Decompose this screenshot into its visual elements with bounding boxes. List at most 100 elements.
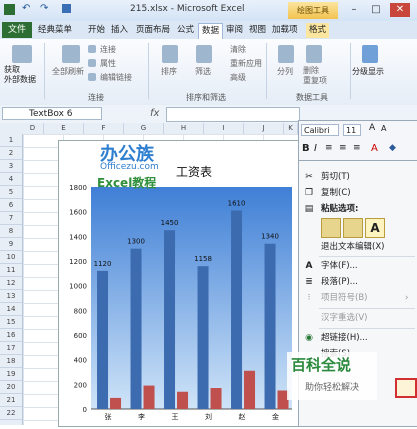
column-header[interactable]: D xyxy=(22,123,44,134)
row-header[interactable]: 20 xyxy=(0,381,22,394)
menu-font[interactable]: A 字体(F)... xyxy=(299,258,417,274)
excel-app-icon[interactable] xyxy=(4,4,15,15)
tab-classic-menu[interactable]: 经典菜单 xyxy=(35,23,75,38)
font-size-box[interactable]: 11 xyxy=(343,124,361,136)
italic-icon[interactable]: I xyxy=(314,143,317,154)
drawing-tools-context-tab: 绘图工具 xyxy=(288,2,338,19)
row-header[interactable]: 21 xyxy=(0,394,22,407)
menu-cut[interactable]: ✂ 剪切(T) xyxy=(299,169,417,185)
font-color-icon[interactable]: A xyxy=(371,143,378,154)
clear-button[interactable]: 清除 xyxy=(230,44,246,55)
column-header[interactable]: H xyxy=(164,123,204,134)
filter-button[interactable]: 筛选 xyxy=(195,66,211,77)
row-header[interactable]: 5 xyxy=(0,186,22,199)
row-header[interactable]: 17 xyxy=(0,342,22,355)
row-header[interactable]: 13 xyxy=(0,290,22,303)
row-header[interactable]: 22 xyxy=(0,407,22,420)
row-header[interactable]: 12 xyxy=(0,277,22,290)
remove-duplicates-button[interactable]: 删除 重复项 xyxy=(303,66,327,86)
tab-addins[interactable]: 加载项 xyxy=(269,23,301,38)
column-header[interactable]: F xyxy=(84,123,124,134)
selected-cell-highlight[interactable] xyxy=(395,378,417,398)
row-header[interactable]: 3 xyxy=(0,160,22,173)
menu-bullets[interactable]: ⁝ 项目符号(B) › xyxy=(299,290,417,306)
save-icon[interactable] xyxy=(62,4,71,13)
row-header[interactable]: 19 xyxy=(0,368,22,381)
bar-series1 xyxy=(264,243,276,409)
menu-hyperlink[interactable]: ◉ 超链接(H)... xyxy=(299,330,417,346)
get-external-data-button[interactable]: 获取 外部数据 xyxy=(4,65,36,85)
paste-merge-format-icon[interactable] xyxy=(343,218,363,238)
font-name-box[interactable]: Calibri xyxy=(301,124,339,136)
function-icon[interactable]: fx xyxy=(150,108,159,119)
tab-format[interactable]: 格式 xyxy=(306,23,330,38)
fill-color-icon[interactable]: ◆ xyxy=(389,143,396,153)
watermark-title: 百科全说 xyxy=(291,356,352,374)
paste-keep-format-icon[interactable] xyxy=(321,218,341,238)
plot-area xyxy=(91,187,292,409)
x-tick-label: 王 xyxy=(172,413,179,421)
column-header[interactable]: I xyxy=(204,123,244,134)
row-header[interactable]: 8 xyxy=(0,225,22,238)
menu-copy[interactable]: ❐ 复制(C) xyxy=(299,185,417,201)
align-center-icon[interactable]: ≡ xyxy=(325,143,333,153)
name-box[interactable]: TextBox 6 xyxy=(2,107,102,120)
menu-exit-text-edit[interactable]: 退出文本编辑(X) xyxy=(299,239,417,255)
refresh-icon xyxy=(62,45,80,63)
align-right-icon[interactable]: ≡ xyxy=(353,143,361,153)
row-header[interactable]: 6 xyxy=(0,199,22,212)
row-header[interactable]: 15 xyxy=(0,316,22,329)
tab-formulas[interactable]: 公式 xyxy=(174,23,197,38)
row-header[interactable]: 4 xyxy=(0,173,22,186)
row-header[interactable]: 16 xyxy=(0,329,22,342)
tab-insert[interactable]: 插入 xyxy=(108,23,131,38)
tab-data[interactable]: 数据 xyxy=(198,23,224,39)
redo-icon[interactable]: ↷ xyxy=(40,3,48,14)
column-header[interactable]: J xyxy=(244,123,284,134)
tab-home[interactable]: 开始 xyxy=(85,23,108,38)
row-header[interactable]: 7 xyxy=(0,212,22,225)
minimize-icon[interactable]: – xyxy=(344,3,364,17)
group-connections-label: 连接 xyxy=(88,93,104,102)
column-header[interactable]: K xyxy=(284,123,298,134)
column-header[interactable]: G xyxy=(124,123,164,134)
row-header[interactable]: 14 xyxy=(0,303,22,316)
bar-series1 xyxy=(97,270,109,409)
connections-button[interactable]: 连接 xyxy=(100,44,116,55)
close-icon[interactable]: ✕ xyxy=(390,3,410,17)
row-header[interactable]: 2 xyxy=(0,147,22,160)
row-header[interactable]: 11 xyxy=(0,264,22,277)
tab-review[interactable]: 审阅 xyxy=(223,23,246,38)
shrink-font-icon[interactable]: A xyxy=(381,124,386,133)
row-header[interactable]: 9 xyxy=(0,238,22,251)
sort-button[interactable]: 排序 xyxy=(161,66,177,77)
grow-font-icon[interactable]: A xyxy=(369,123,375,133)
formula-input[interactable] xyxy=(166,107,300,122)
undo-icon[interactable]: ↶ xyxy=(22,3,30,14)
row-header[interactable]: 18 xyxy=(0,355,22,368)
row-header[interactable]: 10 xyxy=(0,251,22,264)
salary-chart[interactable]: 工资表 0 200 400 600 800 1000 1200 1400 1600 1800 1120… xyxy=(58,140,305,427)
advanced-button[interactable]: 高级 xyxy=(230,72,246,83)
paste-text-only-icon[interactable]: A xyxy=(365,218,385,238)
x-tick-label: 金 xyxy=(272,412,279,421)
properties-button[interactable]: 属性 xyxy=(100,58,116,69)
logo-excel-tutorial: Excel教程 xyxy=(97,176,157,190)
refresh-all-button[interactable]: 全部刷新 xyxy=(52,66,84,77)
reapply-button[interactable]: 重新应用 xyxy=(230,58,262,69)
menu-reconvert[interactable]: 汉字重选(V) xyxy=(299,310,417,326)
tab-view[interactable]: 视图 xyxy=(246,23,269,38)
edit-links-button[interactable]: 编辑链接 xyxy=(100,72,132,83)
bold-icon[interactable]: B xyxy=(302,143,310,154)
column-header[interactable]: E xyxy=(44,123,84,134)
text-to-columns-button[interactable]: 分列 xyxy=(277,66,293,77)
menu-paragraph[interactable]: ≣ 段落(P)... xyxy=(299,274,417,290)
align-left-icon[interactable]: ≡ xyxy=(339,143,347,153)
x-tick-label: 刘 xyxy=(205,412,212,421)
outline-button[interactable]: 分级显示 xyxy=(352,66,384,77)
tab-file[interactable]: 文件 xyxy=(2,22,32,38)
row-header[interactable]: 1 xyxy=(0,134,22,147)
maximize-icon[interactable]: □ xyxy=(366,3,386,17)
chart-canvas: 工资表 0 200 400 600 800 1000 1200 1400 1600 1800 1120… xyxy=(69,165,292,421)
tab-page-layout[interactable]: 页面布局 xyxy=(133,23,173,38)
